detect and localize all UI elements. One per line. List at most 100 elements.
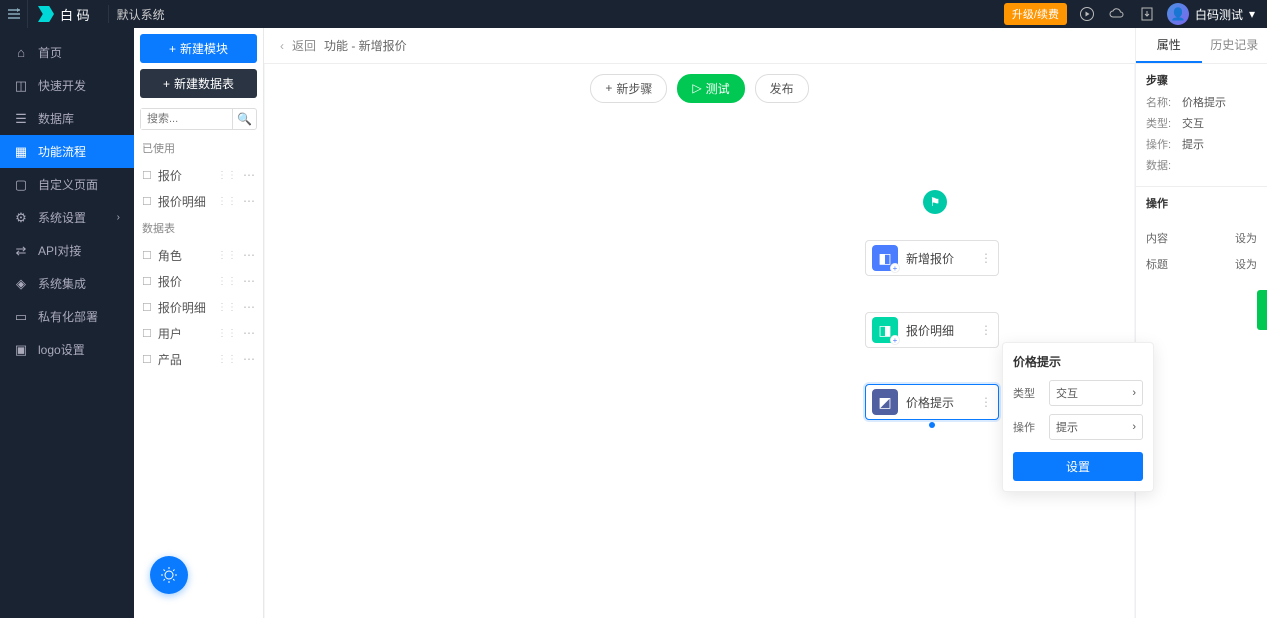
doc-icon: ☐ [142, 249, 152, 262]
download-icon[interactable] [1137, 4, 1157, 24]
flow-canvas[interactable]: ⚑ ◧+ 新增报价 ⋮ ◨+ 报价明细 ⋮ ◩ 价格提示 ⋮ 价格提示 类型 [265, 112, 1134, 618]
list-item[interactable]: ☐报价明细⋮⋮⋯ [134, 294, 263, 320]
integration-icon: ◈ [14, 277, 28, 291]
op-row-content[interactable]: 内容设为 [1136, 225, 1267, 251]
nav-deploy[interactable]: ▭私有化部署 [0, 300, 134, 333]
new-step-button[interactable]: +新步骤 [590, 74, 667, 103]
more-icon[interactable]: ⋯ [243, 248, 255, 262]
help-fab[interactable] [150, 556, 188, 594]
drag-icon[interactable]: ⋮⋮ [217, 302, 237, 313]
brand-text: 白 码 [60, 5, 90, 24]
nav-api[interactable]: ⇄API对接 [0, 234, 134, 267]
nav-flow[interactable]: ▦功能流程 [0, 135, 134, 168]
search-box: 🔍 [140, 108, 257, 130]
doc-icon: ☐ [142, 169, 152, 182]
user-menu[interactable]: 👤 白码测试 ▾ [1167, 3, 1255, 25]
new-module-button[interactable]: +新建模块 [140, 34, 257, 63]
node-settings-popup: 价格提示 类型 交互› 操作 提示› 设置 [1002, 342, 1154, 492]
page-title: 功能 - 新增报价 [324, 37, 407, 54]
more-icon[interactable]: ⋯ [243, 274, 255, 288]
search-input[interactable] [141, 109, 232, 129]
list-item[interactable]: ☐报价明细⋮⋮⋯ [134, 188, 263, 214]
flow-node-add-quote[interactable]: ◧+ 新增报价 ⋮ [865, 240, 999, 276]
play-icon[interactable] [1077, 4, 1097, 24]
flow-node-price-alert[interactable]: ◩ 价格提示 ⋮ [865, 384, 999, 420]
divider [108, 5, 109, 23]
more-icon[interactable]: ⋯ [243, 300, 255, 314]
database-icon: ☰ [14, 112, 28, 126]
system-name[interactable]: 默认系统 [117, 6, 165, 23]
chevron-left-icon[interactable]: ‹ [280, 39, 284, 53]
more-icon[interactable]: ⋮ [980, 323, 992, 337]
flow-node-quote-detail[interactable]: ◨+ 报价明细 ⋮ [865, 312, 999, 348]
nav-db[interactable]: ☰数据库 [0, 102, 134, 135]
upgrade-button[interactable]: 升级/续费 [1004, 3, 1067, 25]
search-icon[interactable]: 🔍 [232, 109, 256, 129]
list-item[interactable]: ☐报价⋮⋮⋯ [134, 162, 263, 188]
test-button[interactable]: ▷测试 [677, 74, 744, 103]
tab-properties[interactable]: 属性 [1136, 28, 1202, 63]
detail-icon: ◨+ [872, 317, 898, 343]
drag-icon[interactable]: ⋮⋮ [217, 170, 237, 181]
nav-page[interactable]: ▢自定义页面 [0, 168, 134, 201]
canvas-area: ‹ 返回 功能 - 新增报价 +新步骤 ▷测试 发布 ⚑ ◧+ 新增报价 ⋮ ◨… [264, 28, 1135, 618]
step-op: 提示 [1182, 136, 1204, 152]
group-tables: 数据表 [134, 214, 263, 242]
type-label: 类型 [1013, 385, 1041, 401]
popup-title: 价格提示 [1013, 353, 1143, 370]
step-section: 步骤 [1146, 72, 1257, 88]
more-icon[interactable]: ⋯ [243, 352, 255, 366]
tab-history[interactable]: 历史记录 [1202, 28, 1267, 63]
left-panel: +新建模块 +新建数据表 🔍 已使用 ☐报价⋮⋮⋯ ☐报价明细⋮⋮⋯ 数据表 ☐… [134, 28, 264, 618]
type-select[interactable]: 交互› [1049, 380, 1143, 406]
op-label: 操作 [1013, 419, 1041, 435]
nav-integ[interactable]: ◈系统集成 [0, 267, 134, 300]
more-icon[interactable]: ⋮ [980, 251, 992, 265]
step-name: 价格提示 [1182, 94, 1226, 110]
back-link[interactable]: 返回 [292, 37, 316, 54]
list-item[interactable]: ☐用户⋮⋮⋯ [134, 320, 263, 346]
user-name: 白码测试 [1195, 6, 1243, 23]
new-table-button[interactable]: +新建数据表 [140, 69, 257, 98]
chevron-right-icon: › [1132, 387, 1136, 399]
drag-icon[interactable]: ⋮⋮ [217, 354, 237, 365]
cloud-icon[interactable] [1107, 4, 1127, 24]
drag-icon[interactable]: ⋮⋮ [217, 276, 237, 287]
play-icon: ▷ [692, 81, 701, 95]
publish-button[interactable]: 发布 [755, 74, 809, 103]
connector-dot[interactable] [929, 422, 935, 428]
plus-icon: + [169, 42, 176, 56]
menu-toggle-icon[interactable] [0, 0, 28, 28]
brand-logo: 白 码 [28, 5, 100, 24]
flow-icon: ▦ [14, 145, 28, 159]
logo-setting-icon: ▣ [14, 343, 28, 357]
deploy-icon: ▭ [14, 310, 28, 324]
list-item[interactable]: ☐角色⋮⋮⋯ [134, 242, 263, 268]
list-item[interactable]: ☐产品⋮⋮⋯ [134, 346, 263, 372]
doc-icon: ☐ [142, 301, 152, 314]
nav-home[interactable]: ⌂首页 [0, 36, 134, 69]
doc-icon: ☐ [142, 353, 152, 366]
add-icon: ◧+ [872, 245, 898, 271]
list-item[interactable]: ☐报价⋮⋮⋯ [134, 268, 263, 294]
chevron-right-icon: › [1132, 421, 1136, 433]
drag-icon[interactable]: ⋮⋮ [217, 328, 237, 339]
logo-icon [38, 6, 54, 22]
settings-icon: ⚙ [14, 211, 28, 225]
nav-logo[interactable]: ▣logo设置 [0, 333, 134, 366]
more-icon[interactable]: ⋯ [243, 168, 255, 182]
op-select[interactable]: 提示› [1049, 414, 1143, 440]
nav-sys[interactable]: ⚙系统设置› [0, 201, 134, 234]
more-icon[interactable]: ⋮ [980, 395, 992, 409]
nav-quick[interactable]: ◫快速开发 [0, 69, 134, 102]
drag-icon[interactable]: ⋮⋮ [217, 250, 237, 261]
drag-icon[interactable]: ⋮⋮ [217, 196, 237, 207]
start-node[interactable]: ⚑ [923, 190, 947, 214]
doc-icon: ☐ [142, 327, 152, 340]
settings-button[interactable]: 设置 [1013, 452, 1143, 481]
more-icon[interactable]: ⋯ [243, 326, 255, 340]
home-icon: ⌂ [14, 46, 28, 60]
op-row-title[interactable]: 标题设为 [1136, 251, 1267, 277]
more-icon[interactable]: ⋯ [243, 194, 255, 208]
side-handle[interactable] [1257, 290, 1267, 330]
